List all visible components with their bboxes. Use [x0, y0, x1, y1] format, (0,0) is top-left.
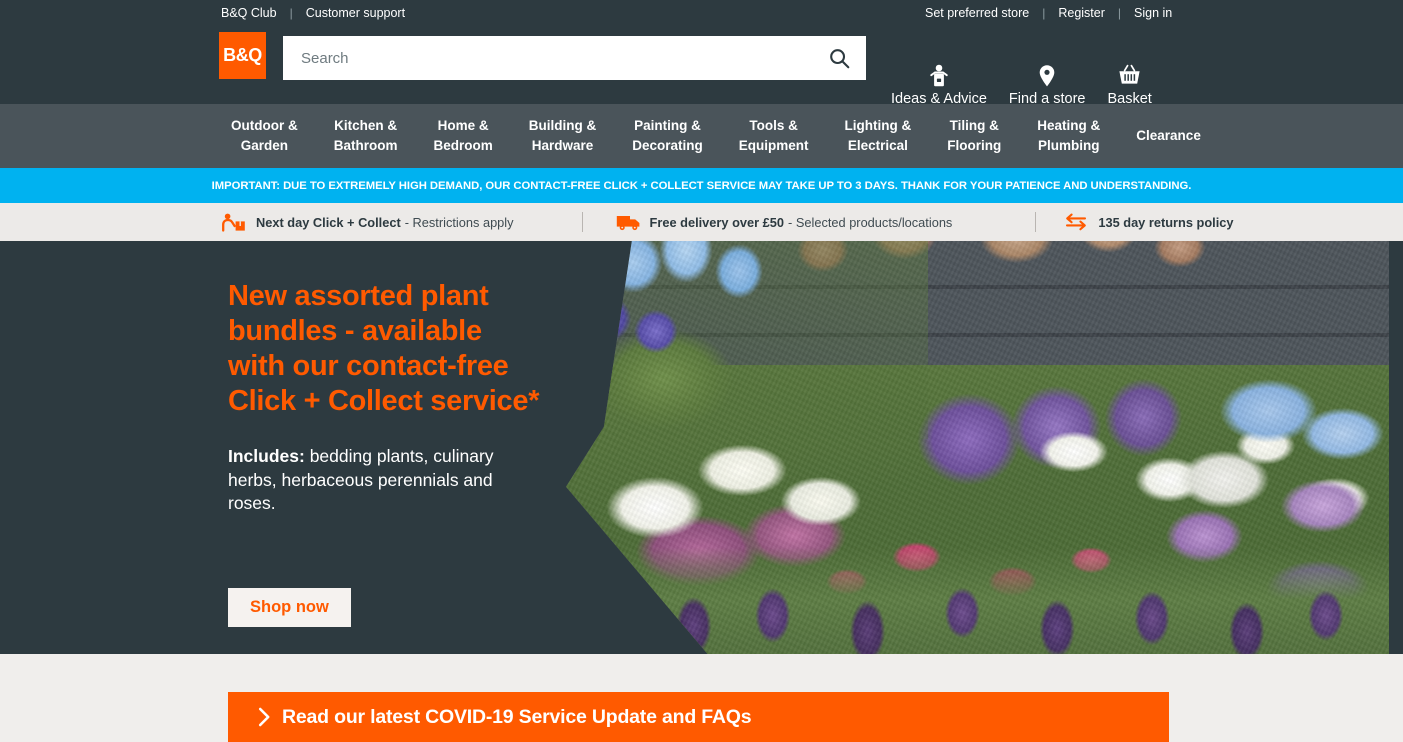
- header-actions: Ideas & Advice Find a store Basket: [880, 64, 1163, 107]
- utility-separator: |: [289, 6, 293, 20]
- usp-light-text: - Selected products/locations: [788, 214, 953, 230]
- nav-item-clearance[interactable]: Clearance: [1118, 126, 1219, 146]
- utility-link-register[interactable]: Register: [1058, 6, 1105, 20]
- covid-update-label: Read our latest COVID-19 Service Update …: [282, 705, 752, 728]
- utility-bar: B&Q Club | Customer support Set preferre…: [0, 0, 1403, 26]
- utility-links-right: Set preferred store | Register | Sign in: [925, 6, 1172, 20]
- usp-strong-text: Free delivery over £50: [649, 214, 785, 230]
- usp-item-free-delivery[interactable]: Free delivery over £50 - Selected produc…: [616, 212, 953, 232]
- nav-item-lighting-electrical[interactable]: Lighting & Electrical: [827, 116, 930, 156]
- hero-subcopy: Includes: bedding plants, culinary herbs…: [228, 445, 498, 516]
- search-input[interactable]: [283, 36, 812, 80]
- delivery-van-icon: [616, 212, 642, 232]
- chevron-right-icon: [258, 707, 271, 727]
- photo-layer-texture: [566, 241, 1389, 654]
- search-button[interactable]: [812, 36, 866, 80]
- header-action-basket[interactable]: Basket: [1097, 64, 1163, 107]
- usp-divider: [581, 212, 583, 232]
- map-pin-icon: [1038, 64, 1056, 88]
- basket-icon: [1117, 64, 1142, 88]
- utility-links-left: B&Q Club | Customer support: [221, 6, 405, 20]
- returns-arrows-icon: [1064, 212, 1090, 232]
- hero-banner: New assorted plant bundles - available w…: [0, 241, 1403, 654]
- nav-item-building-hardware[interactable]: Building & Hardware: [511, 116, 615, 156]
- utility-link-customer-support[interactable]: Customer support: [306, 6, 405, 20]
- hero-headline: New assorted plant bundles - available w…: [228, 280, 540, 417]
- nav-item-kitchen-bathroom[interactable]: Kitchen & Bathroom: [316, 116, 416, 156]
- nav-item-painting-decorating[interactable]: Painting & Decorating: [614, 116, 721, 156]
- nav-item-outdoor-garden[interactable]: Outdoor & Garden: [213, 116, 316, 156]
- nav-item-tiling-flooring[interactable]: Tiling & Flooring: [929, 116, 1019, 156]
- search-bar: [283, 36, 866, 80]
- service-alert-banner: IMPORTANT: DUE TO EXTREMELY HIGH DEMAND,…: [0, 168, 1403, 203]
- main-header: B&Q Ideas & Advice: [0, 26, 1403, 107]
- nav-item-home-bedroom[interactable]: Home & Bedroom: [416, 116, 511, 156]
- search-icon: [829, 48, 849, 68]
- nav-item-tools-equipment[interactable]: Tools & Equipment: [721, 116, 827, 156]
- header-action-find-a-store[interactable]: Find a store: [998, 64, 1097, 107]
- content-area: Read our latest COVID-19 Service Update …: [0, 654, 1403, 742]
- usp-strong-text: 135 day returns policy: [1098, 214, 1234, 230]
- header-action-label: Ideas & Advice: [891, 91, 987, 107]
- usp-light-text: - Restrictions apply: [404, 214, 514, 230]
- usp-item-click-collect[interactable]: Next day Click + Collect - Restrictions …: [222, 212, 514, 232]
- utility-link-sign-in[interactable]: Sign in: [1134, 6, 1172, 20]
- bq-logo[interactable]: B&Q: [219, 32, 266, 79]
- category-nav: Outdoor & Garden Kitchen & Bathroom Home…: [0, 104, 1403, 168]
- header-action-ideas-advice[interactable]: Ideas & Advice: [880, 64, 998, 107]
- shop-now-button[interactable]: Shop now: [228, 588, 351, 627]
- hero-copy: New assorted plant bundles - available w…: [228, 279, 588, 516]
- garden-border-flowers-photo: [566, 241, 1389, 654]
- utility-separator: |: [1042, 6, 1046, 20]
- advice-person-icon: [928, 64, 950, 88]
- utility-link-bq-club[interactable]: B&Q Club: [221, 6, 277, 20]
- usp-item-returns-policy[interactable]: 135 day returns policy: [1064, 212, 1233, 232]
- utility-separator: |: [1117, 6, 1122, 20]
- hero-subcopy-label: Includes:: [228, 446, 305, 466]
- service-alert-text: IMPORTANT: DUE TO EXTREMELY HIGH DEMAND,…: [211, 179, 1192, 192]
- usp-bar: Next day Click + Collect - Restrictions …: [0, 203, 1403, 241]
- nav-item-heating-plumbing[interactable]: Heating & Plumbing: [1019, 116, 1118, 156]
- covid-update-cta[interactable]: Read our latest COVID-19 Service Update …: [228, 692, 1169, 742]
- header-action-label: Find a store: [1008, 91, 1086, 107]
- usp-strong-text: Next day Click + Collect: [256, 214, 401, 230]
- header-action-label: Basket: [1107, 91, 1152, 107]
- usp-divider: [1035, 212, 1037, 232]
- utility-link-set-preferred-store[interactable]: Set preferred store: [925, 6, 1029, 20]
- click-collect-icon: [222, 212, 248, 232]
